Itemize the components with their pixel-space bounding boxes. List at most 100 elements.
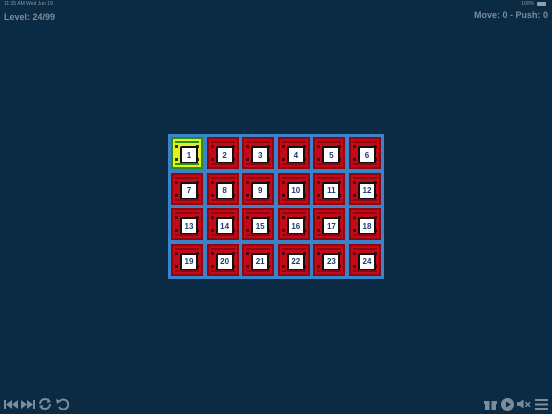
- skip-last-icon[interactable]: [21, 397, 35, 411]
- board-cell[interactable]: 5: [313, 137, 346, 169]
- board-cell[interactable]: 23: [313, 243, 346, 276]
- board-cell[interactable]: 7: [171, 172, 203, 205]
- toolbar-right: [483, 397, 548, 411]
- status-time-date: 11:35 AM Wed Jun 19: [4, 1, 53, 7]
- number-tile[interactable]: 9: [251, 181, 270, 200]
- number-tile[interactable]: 3: [251, 146, 270, 164]
- cell-rivet: [353, 251, 356, 255]
- board-cell[interactable]: 1: [171, 137, 203, 169]
- menu-icon[interactable]: [534, 397, 548, 411]
- number-tile[interactable]: 20: [215, 252, 234, 271]
- play-icon[interactable]: [500, 397, 514, 411]
- board-cell[interactable]: 18: [349, 208, 381, 241]
- number-tile[interactable]: 10: [286, 181, 305, 200]
- board-cell[interactable]: 21: [242, 243, 275, 276]
- number-tile[interactable]: 24: [358, 252, 376, 271]
- number-tile[interactable]: 11: [322, 181, 341, 200]
- undo-icon[interactable]: [55, 397, 69, 411]
- cell-rivet: [175, 145, 178, 148]
- cell-rivet: [210, 180, 214, 184]
- board-cell[interactable]: 24: [349, 243, 381, 276]
- cell-rivet: [317, 193, 321, 197]
- board-cell[interactable]: 22: [277, 243, 310, 276]
- number-tile[interactable]: 19: [180, 252, 198, 271]
- cell-rivet: [281, 145, 285, 148]
- toolbar-left: [4, 397, 69, 411]
- cell-rivet: [246, 216, 250, 220]
- cell-rivet: [353, 145, 356, 148]
- number-tile[interactable]: 12: [358, 181, 376, 200]
- cell-rivet: [210, 264, 214, 268]
- cell-rivet: [210, 145, 214, 148]
- board-cell[interactable]: 17: [313, 208, 346, 241]
- number-tile[interactable]: 8: [215, 181, 234, 200]
- board-cell[interactable]: 20: [206, 243, 239, 276]
- number-tile[interactable]: 21: [251, 252, 270, 271]
- cell-rivet: [353, 264, 356, 268]
- number-tile[interactable]: 5: [322, 146, 341, 164]
- number-tile[interactable]: 13: [180, 217, 198, 236]
- cell-rivet: [281, 264, 285, 268]
- cell-rivet: [246, 180, 250, 184]
- cell-rivet: [246, 251, 250, 255]
- mute-icon[interactable]: [517, 397, 531, 411]
- cell-rivet: [246, 158, 250, 161]
- cell-rivet: [317, 180, 321, 184]
- skip-first-icon[interactable]: [4, 397, 18, 411]
- number-tile[interactable]: 17: [322, 217, 341, 236]
- level-indicator: Level: 24/99: [4, 12, 56, 22]
- board-cell[interactable]: 4: [277, 137, 310, 169]
- cell-rivet: [317, 158, 321, 161]
- number-tile[interactable]: 22: [286, 252, 305, 271]
- shuffle-icon[interactable]: [38, 397, 52, 411]
- cell-rivet: [246, 193, 250, 197]
- cell-rivet: [281, 193, 285, 197]
- cell-rivet: [175, 251, 178, 255]
- board-cell[interactable]: 15: [242, 208, 275, 241]
- board-cell[interactable]: 9: [242, 172, 275, 205]
- number-tile[interactable]: 14: [215, 217, 234, 236]
- cell-rivet: [246, 229, 250, 233]
- board-cell[interactable]: 16: [277, 208, 310, 241]
- cell-rivet: [246, 145, 250, 148]
- cell-rivet: [210, 229, 214, 233]
- number-tile[interactable]: 16: [286, 217, 305, 236]
- board-cell[interactable]: 14: [206, 208, 239, 241]
- cell-rivet: [353, 193, 356, 197]
- battery-icon: [537, 2, 546, 6]
- status-bar: 11:35 AM Wed Jun 19 100%: [0, 0, 552, 8]
- board-cell[interactable]: 12: [349, 172, 381, 205]
- cell-rivet: [317, 251, 321, 255]
- board-cell[interactable]: 11: [313, 172, 346, 205]
- number-tile[interactable]: 2: [215, 146, 234, 164]
- cell-rivet: [175, 193, 178, 197]
- cell-rivet: [210, 251, 214, 255]
- number-tile[interactable]: 6: [358, 146, 376, 164]
- cell-rivet: [210, 158, 214, 161]
- board-cell[interactable]: 3: [242, 137, 275, 169]
- cell-rivet: [175, 216, 178, 220]
- status-battery-group: 100%: [521, 1, 546, 7]
- cell-rivet: [281, 158, 285, 161]
- number-tile[interactable]: 1: [180, 146, 198, 164]
- board-cell[interactable]: 10: [277, 172, 310, 205]
- cell-rivet: [281, 216, 285, 220]
- number-tile[interactable]: 15: [251, 217, 270, 236]
- gift-icon[interactable]: [483, 397, 497, 411]
- board-cell[interactable]: 2: [206, 137, 239, 169]
- board-cell[interactable]: 13: [171, 208, 203, 241]
- board-cell[interactable]: 19: [171, 243, 203, 276]
- number-tile[interactable]: 7: [180, 181, 198, 200]
- number-tile[interactable]: 18: [358, 217, 376, 236]
- cell-rivet: [175, 158, 178, 161]
- move-push-counter: Move: 0 - Push: 0: [473, 10, 548, 20]
- cell-rivet: [353, 180, 356, 184]
- board-cell[interactable]: 8: [206, 172, 239, 205]
- number-tile[interactable]: 23: [322, 252, 341, 271]
- puzzle-board: 1 2 3 4 5 6 7 8 9 10 11 12 13 14 15 16 17 18 19 20 21 22 23 24: [168, 134, 384, 279]
- number-tile[interactable]: 4: [286, 146, 305, 164]
- cell-rivet: [353, 158, 356, 161]
- cell-rivet: [246, 264, 250, 268]
- board-cell[interactable]: 6: [349, 137, 381, 169]
- cell-rivet: [281, 229, 285, 233]
